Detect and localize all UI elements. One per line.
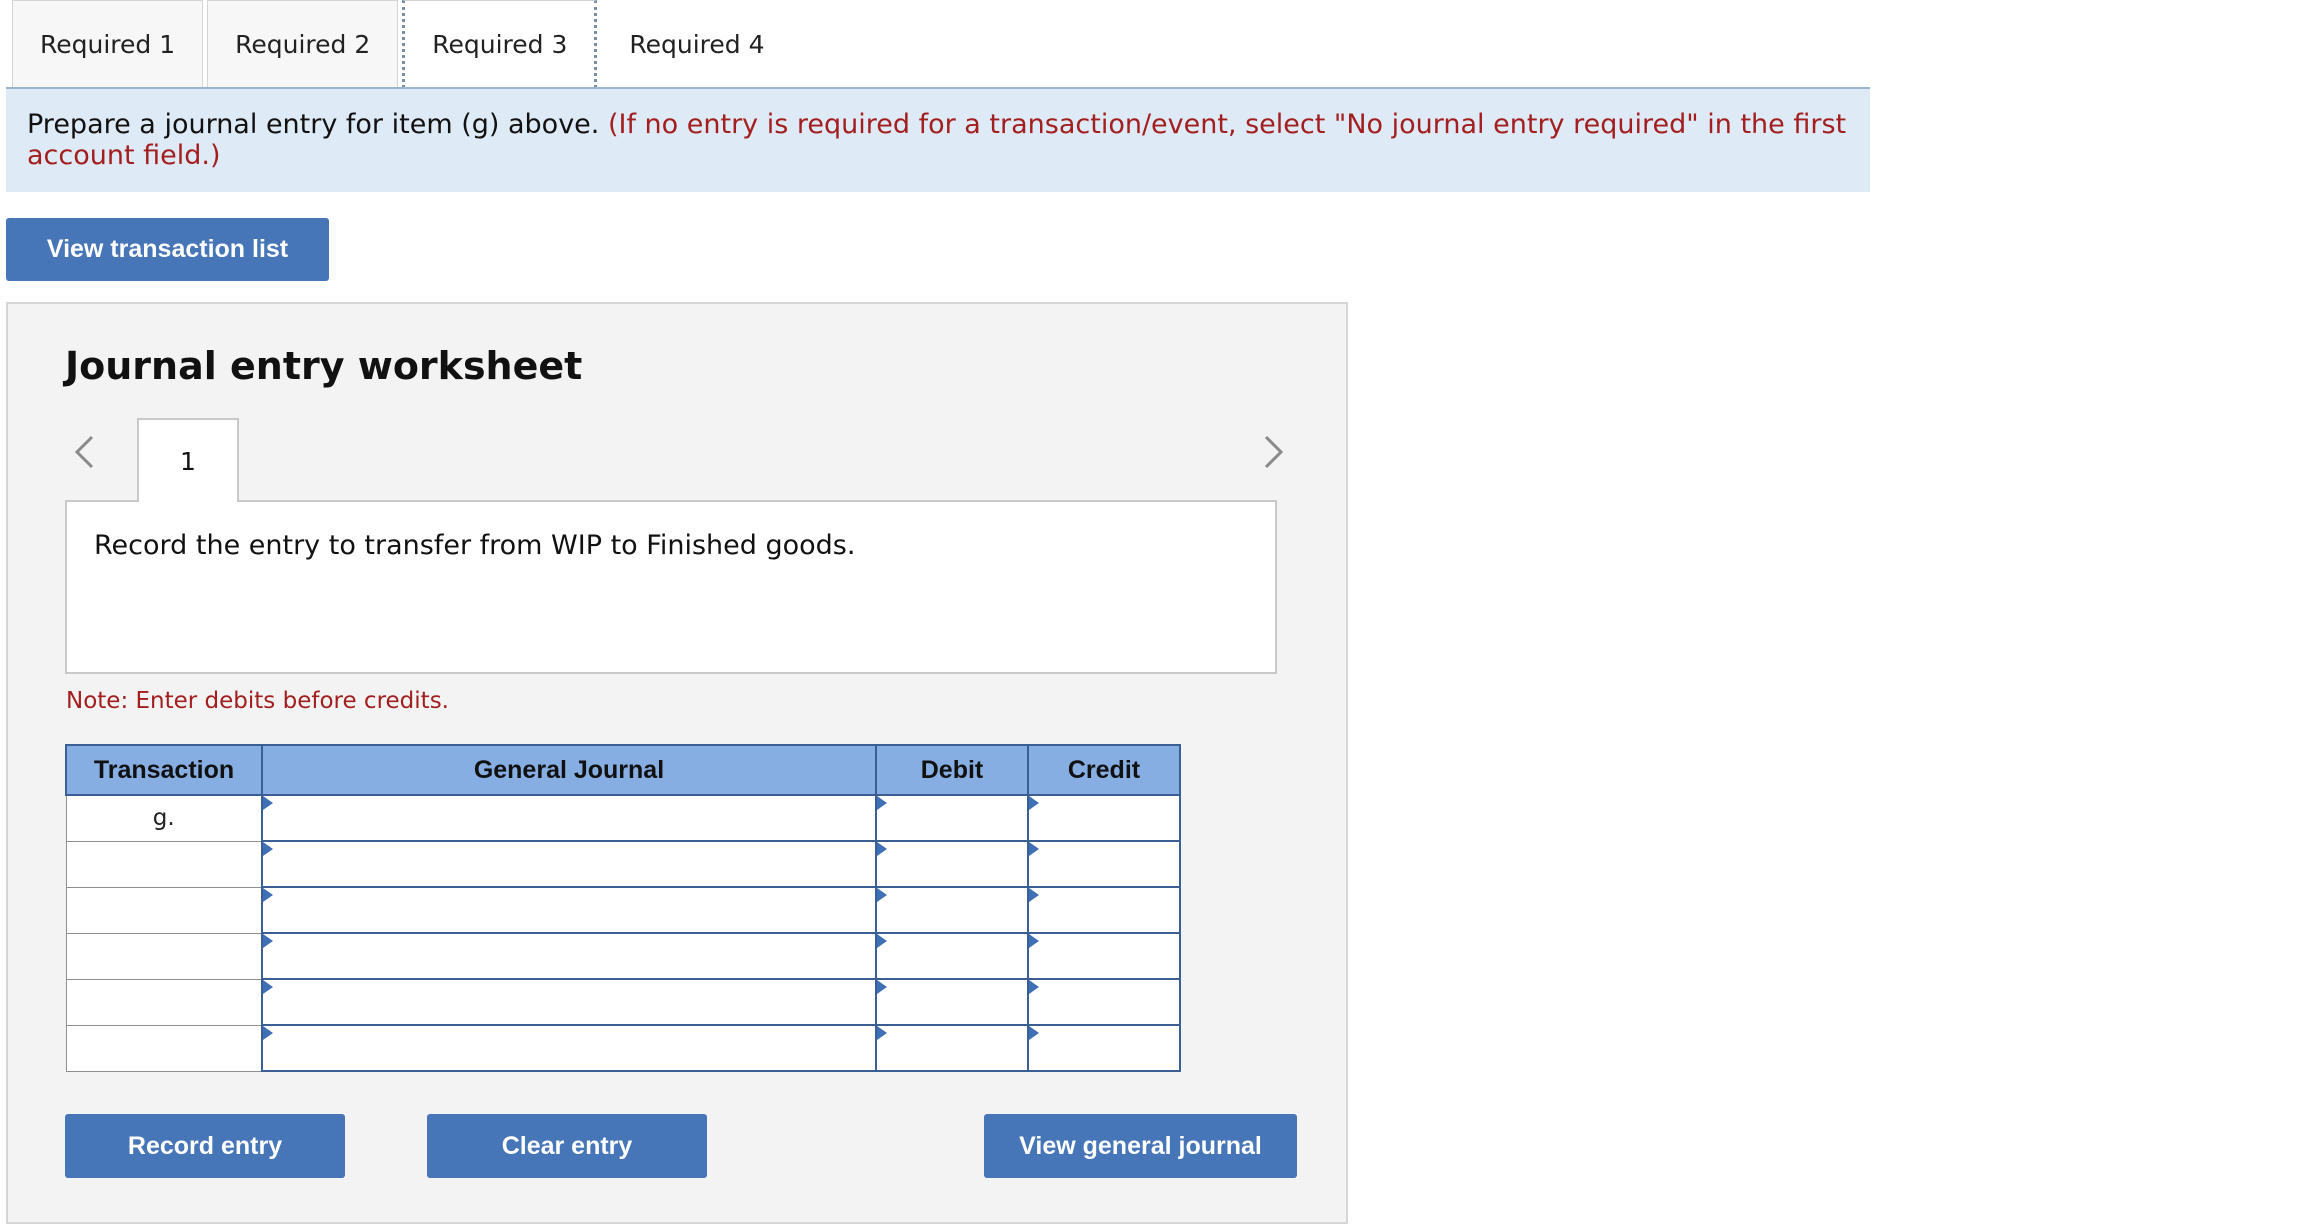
- table-row: [65, 886, 1181, 934]
- table-row: [65, 840, 1181, 888]
- debit-input[interactable]: [875, 886, 1029, 934]
- account-select[interactable]: [261, 1024, 877, 1072]
- transaction-cell: [65, 1024, 263, 1072]
- table-row: g.: [65, 794, 1181, 842]
- view-general-journal-button[interactable]: View general journal: [984, 1114, 1297, 1178]
- previous-entry-button[interactable]: [64, 428, 104, 476]
- chevron-right-icon: [1264, 435, 1284, 469]
- debit-input[interactable]: [875, 840, 1029, 888]
- table-row: [65, 932, 1181, 980]
- transaction-cell: [65, 886, 263, 934]
- instruction-text: Prepare a journal entry for item (g) abo…: [27, 109, 600, 140]
- debit-credit-note: Note: Enter debits before credits.: [66, 688, 449, 714]
- credit-input[interactable]: [1027, 932, 1181, 980]
- table-header-row: Transaction General Journal Debit Credit: [65, 744, 1181, 796]
- account-select[interactable]: [261, 840, 877, 888]
- header-debit: Debit: [875, 744, 1029, 796]
- instruction-banner: Prepare a journal entry for item (g) abo…: [6, 89, 1870, 192]
- credit-input[interactable]: [1027, 794, 1181, 842]
- general-journal-table: Transaction General Journal Debit Credit…: [65, 744, 1181, 1072]
- worksheet-title: Journal entry worksheet: [65, 344, 583, 388]
- transaction-cell: [65, 978, 263, 1026]
- entry-description: Record the entry to transfer from WIP to…: [65, 500, 1277, 674]
- credit-input[interactable]: [1027, 978, 1181, 1026]
- requirement-tabs: Required 1 Required 2 Required 3 Require…: [12, 0, 797, 88]
- record-entry-button[interactable]: Record entry: [65, 1114, 345, 1178]
- chevron-left-icon: [74, 435, 94, 469]
- view-transaction-list-button[interactable]: View transaction list: [6, 218, 329, 281]
- next-entry-button[interactable]: [1254, 428, 1294, 476]
- transaction-cell: [65, 840, 263, 888]
- tab-required-3[interactable]: Required 3: [402, 0, 598, 88]
- tab-required-1[interactable]: Required 1: [12, 0, 204, 88]
- journal-entry-worksheet-panel: Journal entry worksheet 1 Record the ent…: [6, 302, 1348, 1224]
- account-select[interactable]: [261, 886, 877, 934]
- credit-input[interactable]: [1027, 840, 1181, 888]
- credit-input[interactable]: [1027, 886, 1181, 934]
- transaction-cell: [65, 932, 263, 980]
- account-select[interactable]: [261, 794, 877, 842]
- clear-entry-button[interactable]: Clear entry: [427, 1114, 707, 1178]
- table-row: [65, 1024, 1181, 1072]
- debit-input[interactable]: [875, 794, 1029, 842]
- tab-required-4[interactable]: Required 4: [601, 0, 793, 88]
- header-transaction: Transaction: [65, 744, 263, 796]
- account-select[interactable]: [261, 978, 877, 1026]
- account-select[interactable]: [261, 932, 877, 980]
- header-general-journal: General Journal: [261, 744, 877, 796]
- debit-input[interactable]: [875, 1024, 1029, 1072]
- header-credit: Credit: [1027, 744, 1181, 796]
- table-row: [65, 978, 1181, 1026]
- debit-input[interactable]: [875, 932, 1029, 980]
- transaction-cell: g.: [65, 794, 263, 842]
- entry-step-tab-1[interactable]: 1: [137, 418, 239, 502]
- tab-required-2[interactable]: Required 2: [207, 0, 399, 88]
- debit-input[interactable]: [875, 978, 1029, 1026]
- credit-input[interactable]: [1027, 1024, 1181, 1072]
